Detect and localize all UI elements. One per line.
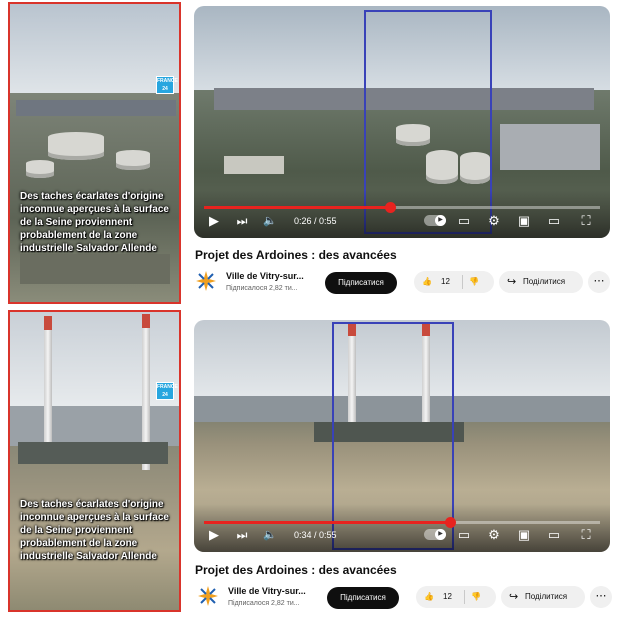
player-controls: ▶ ⏭ 🔈 0:26 / 0:55 ▶ ▭ ⚙ ▣ ▭ ⛶ [194, 208, 610, 234]
theater-icon[interactable]: ▭ [544, 208, 564, 234]
volume-icon[interactable]: 🔈 [260, 522, 280, 548]
channel-avatar[interactable] [195, 270, 217, 292]
vitry-logo-icon [196, 271, 216, 291]
overlay-caption: Des taches écarlates d'origine inconnue … [20, 191, 169, 254]
miniplayer-icon[interactable]: ▣ [514, 522, 534, 548]
settings-icon[interactable]: ⚙ [484, 522, 504, 548]
overlay-caption: Des taches écarlates d'origine inconnue … [20, 499, 169, 562]
volume-icon[interactable]: 🔈 [260, 208, 280, 234]
like-icon[interactable]: 👍 [424, 586, 434, 608]
share-button[interactable]: ↪ Поділитися [501, 586, 585, 608]
theater-icon[interactable]: ▭ [544, 522, 564, 548]
france24-logo: FRANCE 24 [156, 76, 178, 94]
channel-name[interactable]: Ville de Vitry-sur... [226, 271, 304, 281]
share-icon: ↪ [509, 591, 519, 603]
next-icon[interactable]: ⏭ [232, 522, 252, 548]
video-player-1[interactable]: ▶ ⏭ 🔈 0:26 / 0:55 ▶ ▭ ⚙ ▣ ▭ ⛶ [194, 6, 610, 238]
share-icon: ↪ [507, 276, 517, 288]
time-display: 0:34 / 0:55 [294, 530, 337, 540]
channel-avatar[interactable] [197, 585, 219, 607]
next-icon[interactable]: ⏭ [232, 208, 252, 234]
fullscreen-icon[interactable]: ⛶ [576, 522, 596, 548]
video-title[interactable]: Projet des Ardoines : des avancées [195, 248, 397, 262]
like-count: 12 [443, 592, 452, 601]
video-player-2[interactable]: ▶ ⏭ 🔈 0:34 / 0:55 ▶ ▭ ⚙ ▣ ▭ ⛶ [194, 320, 610, 552]
aerial-chimneys-image [10, 312, 179, 610]
autoplay-toggle[interactable]: ▶ [424, 215, 446, 226]
subscribe-button[interactable]: Підписатися [327, 587, 399, 609]
play-icon[interactable]: ▶ [204, 208, 224, 234]
like-count: 12 [441, 277, 450, 286]
subtitles-icon[interactable]: ▭ [454, 522, 474, 548]
left-screenshot-1: FRANCE 24 Des taches écarlates d'origine… [8, 2, 181, 304]
subscriber-count: Підписалося 2,82 ти... [226, 285, 298, 292]
share-button[interactable]: ↪ Поділитися [499, 271, 583, 293]
share-label: Поділитися [523, 277, 566, 286]
video-title[interactable]: Projet des Ardoines : des avancées [195, 563, 397, 577]
miniplayer-icon[interactable]: ▣ [514, 208, 534, 234]
channel-name[interactable]: Ville de Vitry-sur... [228, 586, 306, 596]
subscribe-button[interactable]: Підписатися [325, 272, 397, 294]
settings-icon[interactable]: ⚙ [484, 208, 504, 234]
aerial-industrial-image [10, 4, 179, 302]
share-label: Поділитися [525, 592, 568, 601]
autoplay-toggle[interactable]: ▶ [424, 529, 446, 540]
fullscreen-icon[interactable]: ⛶ [576, 208, 596, 234]
like-dislike-group: 👍 12 👎 [414, 271, 494, 293]
more-icon[interactable]: ⋯ [588, 271, 610, 293]
dislike-icon[interactable]: 👎 [469, 271, 479, 293]
france24-logo: FRANCE 24 [156, 382, 178, 400]
time-display: 0:26 / 0:55 [294, 216, 337, 226]
play-icon[interactable]: ▶ [204, 522, 224, 548]
subscriber-count: Підписалося 2,82 ти... [228, 600, 300, 607]
like-icon[interactable]: 👍 [422, 271, 432, 293]
like-dislike-group: 👍 12 👎 [416, 586, 496, 608]
player-controls: ▶ ⏭ 🔈 0:34 / 0:55 ▶ ▭ ⚙ ▣ ▭ ⛶ [194, 522, 610, 548]
dislike-icon[interactable]: 👎 [471, 586, 481, 608]
vitry-logo-icon [198, 586, 218, 606]
subtitles-icon[interactable]: ▭ [454, 208, 474, 234]
left-screenshot-2: FRANCE 24 Des taches écarlates d'origine… [8, 310, 181, 612]
more-icon[interactable]: ⋯ [590, 586, 612, 608]
